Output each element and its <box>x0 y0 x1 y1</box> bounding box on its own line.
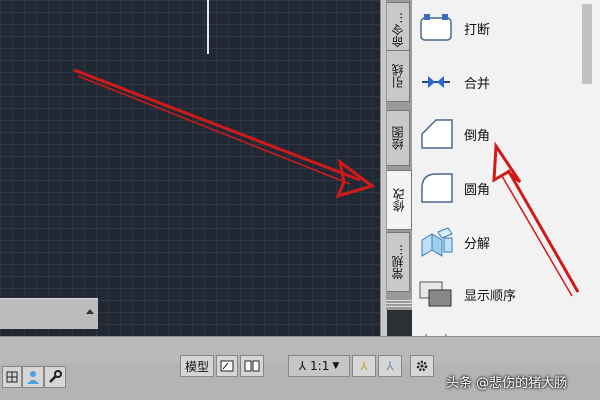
wrench-icon[interactable] <box>44 366 66 388</box>
tab-modify[interactable]: 修改 <box>387 170 412 230</box>
crosshair-cursor <box>207 0 209 54</box>
tool-fillet[interactable]: 圆角 <box>418 168 568 208</box>
drawing-canvas[interactable] <box>0 0 380 336</box>
annotation-scale[interactable]: ⅄ 1:1 ▼ <box>288 355 350 377</box>
tab-strip-grip[interactable] <box>386 298 412 308</box>
annotation-scale-icon: ⅄ <box>298 359 307 373</box>
tool-label: 合并 <box>464 76 491 92</box>
tool-break[interactable]: 打断 <box>418 8 568 48</box>
palette-scrollbar[interactable] <box>582 4 592 84</box>
tool-label: 显示顺序 <box>464 288 517 304</box>
command-history-arrow-icon[interactable] <box>86 309 94 314</box>
tool-label: 倒角 <box>464 128 491 144</box>
fillet-icon <box>418 172 454 204</box>
annotation-visibility-icon[interactable]: ⅄ <box>352 355 376 377</box>
tab-label: 修改 <box>392 188 406 212</box>
model-label: 模型 <box>184 359 209 374</box>
tab-leader[interactable]: 引线 <box>387 50 410 102</box>
tool-palette: 打断 合并 倒角 圆角 分解 显示顺序 显 <box>412 0 600 354</box>
draw-order-icon <box>418 278 454 310</box>
tool-label: 分解 <box>464 236 491 252</box>
tool-join[interactable]: 合并 <box>418 62 568 102</box>
user-icon[interactable] <box>22 366 44 388</box>
tool-explode[interactable]: 分解 <box>418 222 568 262</box>
tab-label: 绘图 <box>391 126 405 150</box>
model-button[interactable]: 模型 <box>180 355 214 377</box>
layout-tabs-icon[interactable] <box>240 355 264 377</box>
tool-label: 圆角 <box>464 182 491 198</box>
tab-label: 命令... <box>391 12 405 48</box>
gear-icon[interactable] <box>410 355 434 377</box>
tab-general[interactable]: 常规... <box>387 232 410 292</box>
tool-label: 打断 <box>464 22 491 38</box>
watermark: 头条 @悲伤的猪大肠 <box>446 376 568 391</box>
grid-icon[interactable] <box>2 366 22 388</box>
command-line-bar[interactable] <box>0 298 98 329</box>
join-icon <box>418 66 454 98</box>
break-icon <box>418 12 454 44</box>
scale-label: 1:1 <box>310 359 330 373</box>
tab-label: 引线 <box>391 64 405 88</box>
auto-scale-icon[interactable]: ⅄ <box>378 355 402 377</box>
chamfer-icon <box>418 118 454 150</box>
tool-palette-tabs: 命令... 引线 绘图 修改 常规... <box>386 0 412 310</box>
chevron-down-icon: ▼ <box>332 361 340 371</box>
layout-icon[interactable] <box>216 355 238 377</box>
tool-chamfer[interactable]: 倒角 <box>418 114 568 154</box>
tab-draw[interactable]: 绘图 <box>387 110 410 166</box>
tool-draw-order[interactable]: 显示顺序 <box>418 274 568 314</box>
explode-icon <box>418 226 454 258</box>
tab-label: 常规... <box>391 244 405 280</box>
